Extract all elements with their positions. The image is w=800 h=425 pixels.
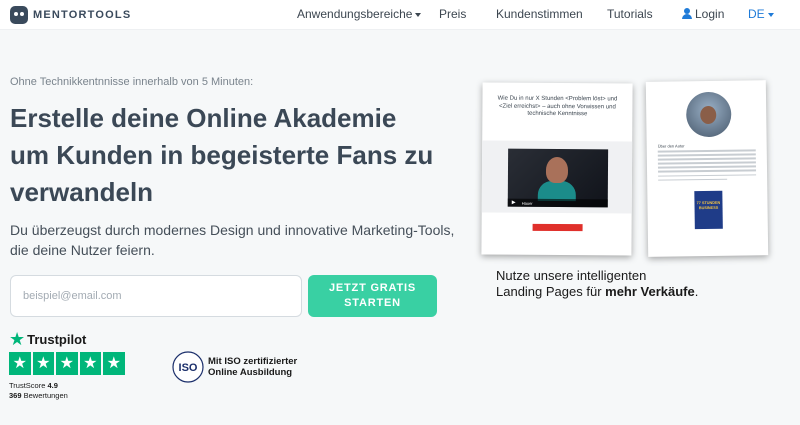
nav-label: Tutorials	[607, 7, 653, 21]
star-icon: ★	[32, 352, 54, 375]
video-player: ▶ Hauer	[507, 148, 609, 208]
author-section-title: Über den Autor	[657, 143, 685, 149]
logo-icon	[10, 6, 28, 24]
video-controls: ▶ Hauer	[507, 198, 608, 208]
nav-label: Preis	[439, 7, 467, 21]
chevron-down-icon	[415, 12, 422, 17]
nav-anwendungsbereiche[interactable]: Anwendungsbereiche	[297, 7, 422, 21]
logo-text: MENTORTOOLS	[33, 9, 132, 21]
caption-prefix: Landing Pages für	[496, 284, 606, 299]
star-icon: ★	[9, 352, 31, 375]
nav-label: Kundenstimmen	[496, 7, 583, 21]
trustscore-label: TrustScore	[9, 381, 46, 390]
iso-line-1: Mit ISO zertifizierter	[208, 356, 298, 367]
caption-suffix: .	[694, 284, 699, 299]
top-navbar: MENTORTOOLS Anwendungsbereiche Preis Kun…	[0, 0, 800, 30]
iso-badge-text: ISO	[179, 362, 198, 374]
caption-bold: mehr Verkäufe	[605, 284, 695, 299]
reviews-label: Bewertungen	[23, 391, 68, 400]
iso-line-2: Online Ausbildung	[208, 367, 293, 378]
trustpilot-name: Trustpilot	[27, 331, 87, 347]
start-free-button[interactable]: JETZT GRATIS STARTEN	[308, 275, 437, 317]
trustpilot-stars: ★ ★ ★ ★ ★	[9, 352, 125, 375]
nav-preis[interactable]: Preis	[439, 7, 466, 21]
language-selector[interactable]: DE	[748, 7, 774, 21]
user-icon	[682, 8, 692, 19]
brand-logo[interactable]: MENTORTOOLS	[10, 6, 131, 24]
play-icon: ▶	[511, 199, 516, 206]
landing-page-preview: Wie Du in nur X Stunden <Problem löst> u…	[481, 82, 633, 256]
author-footer-text	[656, 241, 760, 242]
nav-label: Login	[695, 7, 725, 21]
chevron-down-icon	[767, 12, 774, 17]
star-icon: ★	[56, 352, 78, 375]
hero-headline: Erstelle deine Online Akademie um Kunden…	[10, 103, 434, 207]
caption-line-2: Landing Pages für mehr Verkäufe.	[496, 284, 698, 300]
caption-line-1: Nutze unsere intelligenten	[496, 268, 647, 283]
language-label: DE	[748, 7, 765, 21]
preview-cta-button	[532, 223, 583, 232]
nav-label: Anwendungsbereiche	[297, 7, 413, 21]
preview-intro-text	[496, 128, 618, 129]
mockup-caption: Nutze unsere intelligenten Landing Pages…	[496, 268, 698, 300]
star-icon: ★	[79, 352, 101, 375]
trustscore-value: 4.9	[47, 381, 58, 390]
trustpilot-logo[interactable]: ★ Trustpilot	[9, 330, 86, 348]
trustscore: TrustScore 4.9 369 Bewertungen	[9, 381, 68, 401]
star-icon: ★	[9, 329, 26, 349]
nav-tutorials[interactable]: Tutorials	[607, 7, 653, 21]
presenter-face	[545, 156, 569, 184]
hero-eyebrow: Ohne Technikkentnnisse innerhalb von 5 M…	[10, 76, 254, 88]
iso-certificate-icon: ISO	[172, 351, 204, 383]
author-avatar	[685, 91, 732, 138]
star-icon: ★	[103, 352, 125, 375]
email-input[interactable]	[10, 275, 302, 317]
book-cover: 77 STUNDEN BUSINESS	[694, 190, 723, 230]
author-bio-lines	[657, 149, 757, 183]
nav-kundenstimmen[interactable]: Kundenstimmen	[496, 7, 583, 21]
preview-headline: Wie Du in nur X Stunden <Problem löst> u…	[497, 95, 618, 118]
reviews-count: 369	[9, 391, 22, 400]
hero-subline: Du überzeugst durch modernes Design und …	[10, 222, 455, 258]
author-page-preview: Über den Autor 77 STUNDEN BUSINESS	[645, 80, 769, 257]
preview-footer-text	[496, 236, 618, 237]
iso-certification-text: Mit ISO zertifizierter Online Ausbildung	[208, 356, 297, 378]
nav-login[interactable]: Login	[682, 7, 724, 21]
video-caption: Hauer	[521, 200, 533, 206]
